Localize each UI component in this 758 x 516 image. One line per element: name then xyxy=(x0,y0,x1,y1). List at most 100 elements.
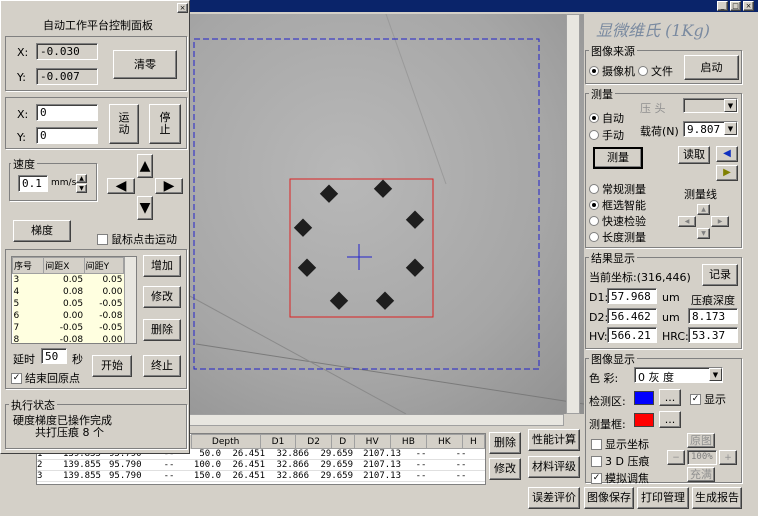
window-controls: _ □ × xyxy=(717,1,754,11)
line-right-button[interactable]: ▶ xyxy=(711,216,729,227)
col-header[interactable]: 间距Y xyxy=(83,257,125,274)
mode-quick[interactable]: 快速检验 xyxy=(589,213,646,229)
status-line-2: 共打压痕 8 个 xyxy=(35,426,104,439)
d2-unit: um xyxy=(662,311,680,324)
table-delete-button[interactable]: 删除 xyxy=(489,432,521,454)
move-y-input[interactable]: 0 xyxy=(36,127,98,144)
close-button[interactable]: × xyxy=(743,1,754,11)
table-row[interactable]: 5 0.05 -0.05 xyxy=(12,298,124,310)
simulate-focus-checkbox[interactable]: ✓ 模拟调焦 xyxy=(591,470,649,486)
move-button[interactable]: 运 动 xyxy=(109,104,139,144)
cell: -0.05 xyxy=(99,299,123,309)
performance-calc-button[interactable]: 性能计算 xyxy=(528,429,580,451)
table-modify-button[interactable]: 修改 xyxy=(489,458,521,480)
gradient-button[interactable]: 梯度 xyxy=(13,220,71,242)
table-row[interactable]: 3 139.855 95.790 -- 150.0 26.451 32.866 … xyxy=(37,471,485,482)
col-header[interactable]: H xyxy=(461,434,485,449)
speed-input[interactable]: 0.1 xyxy=(18,175,48,192)
up-arrow-icon[interactable]: ▲ xyxy=(137,154,153,178)
delay-input[interactable]: 50 xyxy=(41,348,67,364)
record-button[interactable]: 记录 xyxy=(702,264,738,286)
add-row-button[interactable]: 增加 xyxy=(143,255,181,277)
measure-line-control[interactable]: ▲ ◀ ▶ ▼ xyxy=(678,204,730,240)
show-detect-checkbox[interactable]: ✓ 显示 xyxy=(690,391,726,407)
maximize-button[interactable]: □ xyxy=(730,1,741,11)
speed-title: 速度 xyxy=(11,156,37,172)
gradient-table[interactable]: 序号 间距X 间距Y 3 0.05 0.05 4 0.08 0.00 5 0.05 -0.0… xyxy=(11,256,137,344)
vertical-scrollbar[interactable] xyxy=(566,14,580,414)
generate-report-button[interactable]: 生成报告 xyxy=(692,487,742,509)
down-arrow-icon[interactable]: ▼ xyxy=(137,196,153,220)
minimize-button[interactable]: _ xyxy=(717,1,728,11)
col-header[interactable]: D1 xyxy=(259,434,297,449)
pos-x-label: X: xyxy=(17,46,29,59)
manual-radio[interactable]: 手动 xyxy=(589,127,624,143)
error-eval-button[interactable]: 误差评价 xyxy=(528,487,580,509)
save-image-button[interactable]: 图像保存 xyxy=(584,487,634,509)
line-down-button[interactable]: ▼ xyxy=(697,228,710,239)
col-header[interactable]: Depth xyxy=(190,434,261,449)
table-row[interactable]: 8 -0.08 0.00 xyxy=(12,334,124,344)
mode-normal[interactable]: 常规测量 xyxy=(589,181,646,197)
line-up-button[interactable]: ▲ xyxy=(697,204,710,215)
start-button[interactable]: 开始 xyxy=(92,355,132,377)
prev-arrow-icon[interactable]: ◀ xyxy=(716,146,738,162)
clear-zero-button[interactable]: 清零 xyxy=(113,50,177,79)
show-coords-checkbox[interactable]: 显示坐标 xyxy=(591,436,649,452)
zoom-out-icon[interactable]: − xyxy=(667,450,685,465)
mode-smart[interactable]: 框选智能 xyxy=(589,197,646,213)
table-row[interactable]: 3 0.05 0.05 xyxy=(12,273,124,286)
main-title-bar xyxy=(180,0,758,12)
measure-button[interactable]: 测量 xyxy=(593,147,643,169)
fill-button[interactable]: 充满 xyxy=(687,467,715,482)
line-left-button[interactable]: ◀ xyxy=(678,216,696,227)
radio-dot xyxy=(589,184,599,194)
col-header[interactable]: HV xyxy=(353,434,391,449)
modify-row-button[interactable]: 修改 xyxy=(143,286,181,308)
col-header[interactable]: 序号 xyxy=(12,257,45,274)
mode-length[interactable]: 长度测量 xyxy=(589,229,646,245)
return-origin-checkbox[interactable]: ✓ 结束回原点 xyxy=(11,370,80,386)
direction-pad[interactable]: ▲ ◀ ▶ ▼ xyxy=(107,154,183,224)
chevron-down-icon: ▼ xyxy=(709,368,722,381)
col-header[interactable]: 间距X xyxy=(43,257,85,274)
file-radio[interactable]: 文件 xyxy=(638,63,673,79)
table-scrollbar[interactable] xyxy=(124,257,136,343)
panel-close-button[interactable]: × xyxy=(177,3,188,13)
delete-row-button[interactable]: 删除 xyxy=(143,319,181,341)
cell: 8 xyxy=(13,335,20,344)
table-row[interactable]: 6 0.00 -0.08 xyxy=(12,310,124,322)
print-manage-button[interactable]: 打印管理 xyxy=(637,487,689,509)
stop-button[interactable]: 停 止 xyxy=(149,104,181,144)
speed-down-button[interactable]: ▼ xyxy=(76,184,87,193)
zoom-in-icon[interactable]: + xyxy=(719,450,737,465)
end-button[interactable]: 终止 xyxy=(143,355,181,377)
source-start-button[interactable]: 启动 xyxy=(684,55,739,80)
horizontal-scrollbar[interactable] xyxy=(186,414,564,426)
camera-radio[interactable]: 摄像机 xyxy=(589,63,635,79)
col-header[interactable]: D xyxy=(330,434,355,449)
mode-label: 快速检验 xyxy=(602,215,646,228)
table-row[interactable]: 7 -0.05 -0.05 xyxy=(12,322,124,334)
detect-color-button[interactable]: ... xyxy=(659,389,681,406)
left-arrow-icon[interactable]: ◀ xyxy=(107,178,135,194)
right-arrow-icon[interactable]: ▶ xyxy=(155,178,183,194)
pressure-3d-checkbox[interactable]: 3 D 压痕 xyxy=(591,453,649,469)
col-header[interactable]: HK xyxy=(426,434,463,449)
table-row[interactable]: 2 139.855 95.790 -- 100.0 26.451 32.866 … xyxy=(37,460,485,471)
material-rating-button[interactable]: 材料评级 xyxy=(528,456,580,478)
read-button[interactable]: 读取 xyxy=(678,146,710,164)
camera-view[interactable] xyxy=(186,14,584,414)
col-header[interactable]: D2 xyxy=(295,434,332,449)
col-header[interactable]: HB xyxy=(389,434,428,449)
mouse-click-move-checkbox[interactable]: 鼠标点击运动 xyxy=(97,231,177,247)
show-label: 显示 xyxy=(704,393,726,406)
auto-radio[interactable]: 自动 xyxy=(589,110,624,126)
detect-color-swatch xyxy=(634,391,654,405)
original-image-button[interactable]: 原图 xyxy=(687,433,715,448)
move-x-input[interactable]: 0 xyxy=(36,104,98,121)
move-y-label: Y: xyxy=(17,131,26,144)
table-row[interactable]: 4 0.08 0.00 xyxy=(12,286,124,298)
next-arrow-icon[interactable]: ▶ xyxy=(716,165,738,181)
frame-color-button[interactable]: ... xyxy=(659,411,681,428)
